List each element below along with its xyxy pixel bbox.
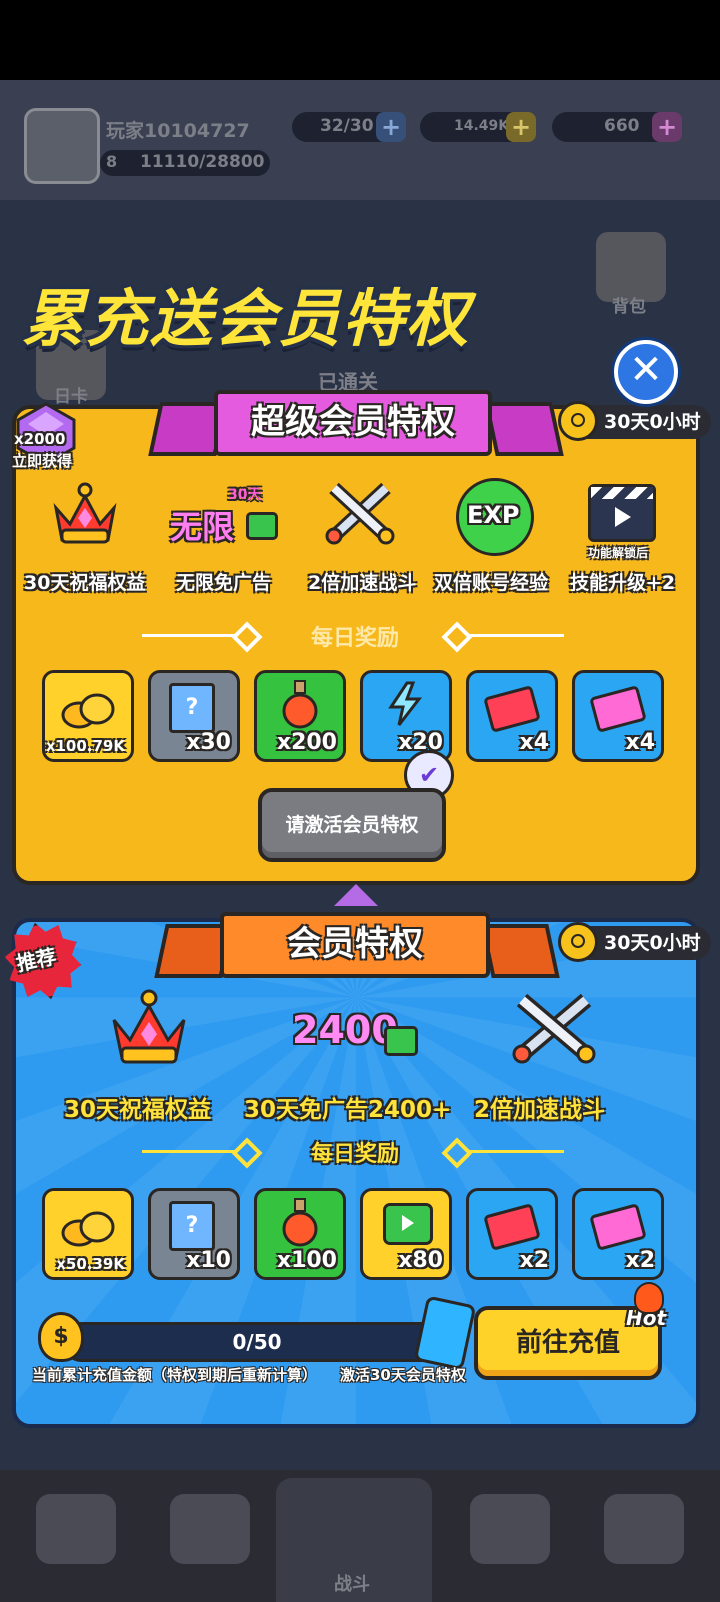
super-vip-timer-text: 30天0小时 [604,411,701,433]
reward-tile: x100.79K [42,670,134,762]
super-vip-daily-label: 每日奖励 [310,626,399,651]
reward-tile: ? x10 [148,1188,240,1280]
recharge-note: 当前累计充值金额（特权到期后重新计算） [32,1366,318,1384]
reward-qty: x2 [625,1248,656,1273]
reward-tile: x20 [360,670,452,762]
vip-perk-label-no-ads: 30天免广告2400+ [244,1097,452,1123]
perk-label-double-speed: 2倍加速战斗 [308,572,417,594]
side-label-backpack: 背包 [612,297,646,317]
add-gems-button[interactable]: + [652,112,682,142]
lightning-icon [388,681,423,726]
reward-qty: x4 [625,730,656,755]
gem-bonus-caption: 立即获得 [12,452,73,470]
vip-title: 会员特权 [220,912,490,978]
vip-timer: 30天0小时 [558,922,711,962]
nav-shop-icon[interactable] [36,1494,116,1564]
gem-bonus-badge: x2000 立即获得 [6,398,86,472]
reward-qty: x10 [186,1248,231,1273]
super-vip-timer: 30天0小时 [558,401,711,441]
pink-ticket-icon [589,685,647,733]
reward-tile: x2 [572,1188,664,1280]
vip-perk-label-blessing: 30天祝福权益 [64,1097,212,1123]
mystery-map-icon: ? [169,1201,215,1251]
vip-daily-label: 每日奖励 [310,1142,399,1167]
player-name: 玩家10104727 [106,120,250,142]
perk-label-skill-upgrade: 技能升级+2 [570,572,676,594]
stopwatch-icon [558,401,598,441]
nav-scroll-icon[interactable] [604,1494,684,1564]
reward-qty: x100.79K [45,737,125,755]
nav-hero-icon[interactable] [470,1494,550,1564]
flame-icon [634,1282,664,1314]
money-bag-icon: $ [38,1312,84,1362]
activate-note: 激活30天会员特权 [340,1366,466,1384]
vip-timer-text: 30天0小时 [604,932,701,954]
reward-qty: x4 [519,730,550,755]
no-ads-icon: 30天 无限 [168,484,278,548]
crown-icon [50,478,120,548]
stopwatch-icon [558,922,598,962]
reward-qty: x100 [276,1248,337,1273]
recharge-progress-text: 0/50 [232,1330,282,1354]
reward-tile: x100 [254,1188,346,1280]
super-vip-title: 超级会员特权 [214,390,492,456]
reward-qty: x30 [186,730,231,755]
mystery-map-icon: ? [169,683,215,733]
divider-line-left [142,1150,236,1153]
perk-label-double-exp: 双倍账号经验 [434,572,549,594]
reward-tile: ? x30 [148,670,240,762]
coin-pile-icon [61,1211,115,1247]
red-ticket-icon [483,685,541,733]
gem-value: 660 [604,116,640,136]
player-avatar [24,108,100,184]
gem-bonus-amount: x2000 [14,430,66,448]
reward-qty: x2 [519,1248,550,1273]
nav-equipment-icon[interactable] [170,1494,250,1564]
energy-value: 32/30 [320,116,374,136]
reward-tile: x200 [254,670,346,762]
super-vip-ribbon-tail-right [484,402,564,456]
reward-qty: x200 [276,730,337,755]
reward-tile: x2 [466,1188,558,1280]
reward-tile: x80 [360,1188,452,1280]
coin-pile-icon [61,693,115,729]
potion-icon [282,1198,318,1247]
player-xp: 11110/28800 [140,152,265,172]
divider-line-left [142,634,236,637]
reward-tile: x50.39K [42,1188,134,1280]
divider-line-right [470,1150,564,1153]
crown-icon [108,986,190,1068]
add-coins-button[interactable]: + [506,112,536,142]
close-button[interactable]: ✕ [614,340,678,404]
red-ticket-icon [483,1203,541,1251]
activate-super-vip-button[interactable]: 请激活会员特权 [258,788,446,862]
reward-qty: x50.39K [56,1255,125,1273]
vip-ribbon-tail-right [480,924,560,978]
recharge-progress-bar: 0/50 [64,1322,450,1362]
perk-unlock-note: 功能解锁后 [588,546,649,560]
reward-qty: x80 [398,1248,443,1273]
clapper-icon [588,484,656,542]
vip-perk-label-double-speed: 2倍加速战斗 [474,1097,606,1123]
coin-value: 14.49K [454,118,510,134]
nav-battle-label: 战斗 [334,1574,370,1595]
player-level: 8 [106,152,118,171]
no-ads-tv-icon [383,1203,433,1245]
add-energy-button[interactable]: + [376,112,406,142]
exp-icon: EXP [456,478,534,556]
crossed-swords-icon [508,990,600,1066]
pink-ticket-icon [589,1203,647,1251]
crossed-swords-icon [320,478,400,548]
perk-label-blessing: 30天祝福权益 [24,572,146,594]
reward-tile: x4 [466,670,558,762]
reward-tile: x4 [572,670,664,762]
up-arrow-icon [334,884,378,906]
potion-icon [282,680,318,729]
no-ads-icon: 2400 [292,1000,422,1070]
divider-line-right [470,634,564,637]
perk-label-no-ads: 无限免广告 [176,572,272,594]
promo-banner-title: 累充送会员特权 [22,282,471,355]
